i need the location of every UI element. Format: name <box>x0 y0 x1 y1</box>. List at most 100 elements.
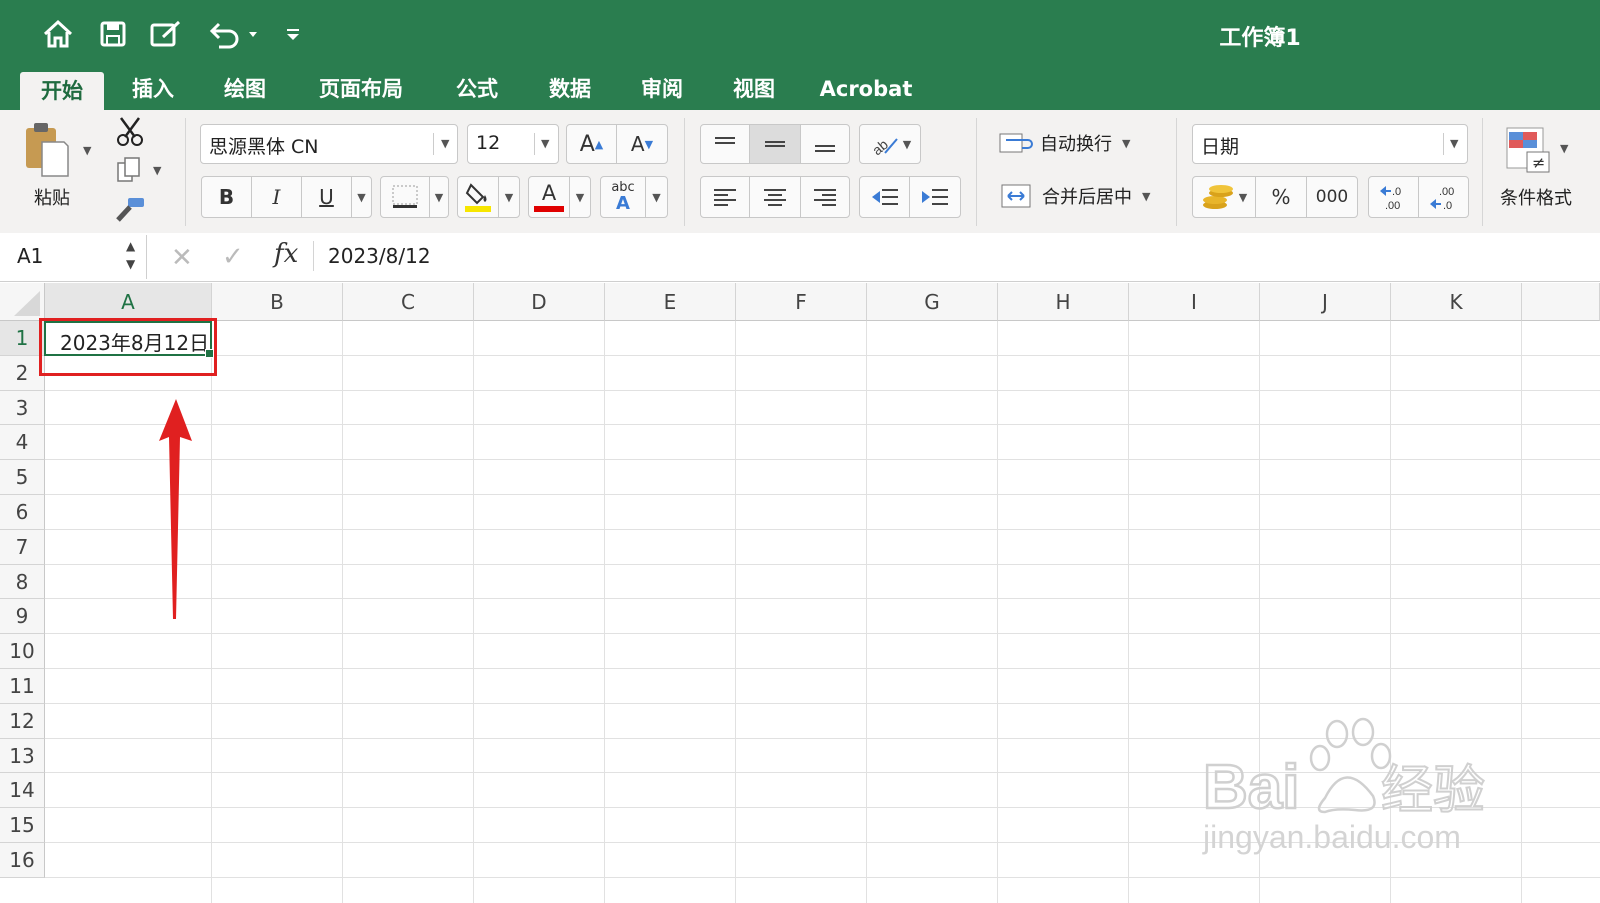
column-header-k[interactable]: K <box>1391 283 1522 321</box>
row-gridline <box>45 389 1600 391</box>
insert-function-icon[interactable]: fx <box>274 239 298 269</box>
column-header-c[interactable]: C <box>343 283 474 321</box>
row-header-4[interactable]: 4 <box>0 425 45 461</box>
column-header-f[interactable]: F <box>736 283 867 321</box>
undo-icon[interactable] <box>203 16 263 52</box>
worksheet-grid[interactable]: ABCDEFGHIJK 1 2 3 4 5 6 7 8 9 10 11 12 13 14 15 16 2023… <box>0 283 1600 903</box>
tab-home[interactable]: 开始 <box>20 72 104 110</box>
format-painter-icon[interactable] <box>114 196 146 228</box>
column-header-d[interactable]: D <box>474 283 605 321</box>
formula-input[interactable]: 2023/8/12 <box>328 244 431 268</box>
align-top-icon[interactable] <box>700 124 750 164</box>
phonetic-guide-icon[interactable]: abc A <box>600 176 646 218</box>
row-header-15[interactable]: 15 <box>0 808 45 843</box>
accounting-format-icon[interactable]: ▼ <box>1192 176 1256 218</box>
tab-insert[interactable]: 插入 <box>120 70 186 110</box>
home-icon[interactable] <box>40 16 76 52</box>
svg-text:.0: .0 <box>1443 200 1452 212</box>
tab-data[interactable]: 数据 <box>537 70 603 110</box>
row-header-10[interactable]: 10 <box>0 634 45 669</box>
customize-icon[interactable] <box>275 16 311 52</box>
number-format-dropdown-icon[interactable]: ▼ <box>1450 137 1458 150</box>
decrease-indent-icon[interactable] <box>859 176 910 218</box>
row-gridline <box>45 459 1600 461</box>
borders-dropdown-icon[interactable]: ▼ <box>429 176 449 218</box>
column-header-e[interactable]: E <box>605 283 736 321</box>
decrease-decimal-icon[interactable]: .00.0 <box>1418 176 1469 218</box>
tab-acrobat[interactable]: Acrobat <box>816 70 916 110</box>
conditional-format-dropdown-icon[interactable]: ▼ <box>1560 142 1568 155</box>
align-middle-icon[interactable] <box>749 124 801 164</box>
tab-formulas[interactable]: 公式 <box>444 70 510 110</box>
font-color-icon[interactable]: A <box>528 176 570 218</box>
row-header-14[interactable]: 14 <box>0 773 45 809</box>
select-all-corner[interactable] <box>0 283 45 321</box>
font-color-dropdown-icon[interactable]: ▼ <box>569 176 591 218</box>
wrap-text-button[interactable]: 自动换行 ▼ <box>998 130 1130 156</box>
name-box[interactable]: A1 ▲ ▼ <box>0 235 147 279</box>
tab-view[interactable]: 视图 <box>721 70 787 110</box>
tab-draw[interactable]: 绘图 <box>212 70 278 110</box>
orientation-icon[interactable]: ab ▼ <box>859 124 921 164</box>
column-header-partial[interactable] <box>1522 283 1600 321</box>
row-header-6[interactable]: 6 <box>0 495 45 530</box>
align-left-icon[interactable] <box>700 176 750 218</box>
font-size-dropdown-icon[interactable]: ▼ <box>541 137 549 150</box>
font-size-select[interactable]: 12 ▼ <box>467 124 559 164</box>
decrease-font-size-button[interactable]: A ▼ <box>616 124 668 164</box>
column-header-g[interactable]: G <box>867 283 998 321</box>
column-header-b[interactable]: B <box>212 283 343 321</box>
save-icon[interactable] <box>95 16 131 52</box>
copy-icon[interactable] <box>116 156 142 188</box>
fill-color-dropdown-icon[interactable]: ▼ <box>498 176 520 218</box>
tab-review[interactable]: 审阅 <box>629 70 695 110</box>
edit-icon[interactable] <box>148 16 184 52</box>
column-header-a[interactable]: A <box>45 283 212 321</box>
merge-center-button[interactable]: 合并后居中 ▼ <box>1000 182 1150 210</box>
percent-style-button[interactable]: % <box>1255 176 1307 218</box>
increase-decimal-icon[interactable]: .0.00 <box>1368 176 1419 218</box>
copy-dropdown-icon[interactable]: ▼ <box>153 164 161 177</box>
row-header-8[interactable]: 8 <box>0 564 45 600</box>
row-header-3[interactable]: 3 <box>0 390 45 426</box>
column-header-h[interactable]: H <box>998 283 1129 321</box>
row-header-5[interactable]: 5 <box>0 460 45 495</box>
column-header-j[interactable]: J <box>1260 283 1391 321</box>
paste-dropdown-icon[interactable]: ▼ <box>83 144 91 157</box>
cut-icon[interactable] <box>115 115 145 151</box>
conditional-format-icon[interactable]: ≠ <box>1503 126 1553 182</box>
italic-button[interactable]: I <box>251 176 302 218</box>
increase-font-size-button[interactable]: A ▲ <box>566 124 617 164</box>
bold-button[interactable]: B <box>201 176 252 218</box>
column-gridline <box>997 321 998 903</box>
number-format-select[interactable]: 日期 ▼ <box>1192 124 1468 164</box>
row-header-7[interactable]: 7 <box>0 529 45 565</box>
title-bar: 工作簿1 开始 插入 绘图 页面布局 公式 数据 审阅 视图 Acrobat <box>0 0 1600 110</box>
row-header-11[interactable]: 11 <box>0 669 45 704</box>
comma-style-button[interactable]: 000 <box>1306 176 1358 218</box>
align-right-icon[interactable] <box>800 176 850 218</box>
phonetic-dropdown-icon[interactable]: ▼ <box>645 176 668 218</box>
fill-color-icon[interactable] <box>457 176 499 218</box>
name-box-down-icon[interactable]: ▼ <box>126 257 135 271</box>
cancel-icon[interactable]: ✕ <box>171 243 193 273</box>
increase-indent-icon[interactable] <box>909 176 961 218</box>
align-center-icon[interactable] <box>749 176 801 218</box>
column-header-i[interactable]: I <box>1129 283 1260 321</box>
svg-text:.00: .00 <box>1385 200 1400 212</box>
paste-icon[interactable] <box>22 120 77 180</box>
tab-page-layout[interactable]: 页面布局 <box>306 70 416 110</box>
underline-dropdown-icon[interactable]: ▼ <box>351 176 372 218</box>
name-box-up-icon[interactable]: ▲ <box>126 239 135 253</box>
row-header-16[interactable]: 16 <box>0 843 45 878</box>
enter-icon[interactable]: ✓ <box>222 242 244 272</box>
row-header-9[interactable]: 9 <box>0 599 45 635</box>
row-header-13[interactable]: 13 <box>0 738 45 774</box>
underline-button[interactable]: U <box>301 176 352 218</box>
borders-icon[interactable] <box>380 176 430 218</box>
font-name-select[interactable]: 思源黑体 CN ▼ <box>200 124 458 164</box>
align-bottom-icon[interactable] <box>800 124 850 164</box>
row-header-12[interactable]: 12 <box>0 703 45 739</box>
font-name-dropdown-icon[interactable]: ▼ <box>441 137 449 150</box>
conditional-format-label[interactable]: 条件格式 <box>1500 184 1572 210</box>
